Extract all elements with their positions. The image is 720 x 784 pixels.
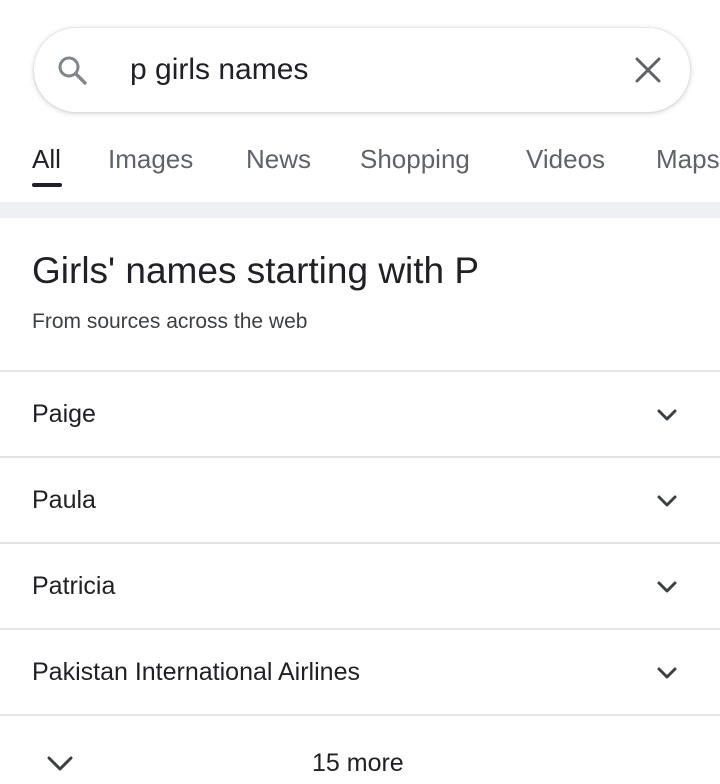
search-bar[interactable]	[34, 28, 690, 112]
close-icon[interactable]	[632, 54, 664, 86]
tab-shopping[interactable]: Shopping	[360, 144, 470, 175]
search-input[interactable]	[130, 28, 600, 112]
list-item-label: Paige	[32, 400, 96, 428]
list-item-paige[interactable]: Paige	[0, 370, 720, 456]
search-icon[interactable]	[56, 54, 88, 86]
tab-all[interactable]: All	[32, 144, 61, 175]
tab-videos[interactable]: Videos	[526, 144, 605, 175]
chevron-down-icon	[657, 581, 677, 593]
tab-news[interactable]: News	[246, 144, 311, 175]
card-title: Girls' names starting with P	[32, 250, 480, 291]
show-more-label: 15 more	[312, 749, 404, 777]
active-tab-indicator	[32, 183, 62, 187]
card-subtitle: From sources across the web	[32, 310, 308, 333]
list-item-paula[interactable]: Paula	[0, 456, 720, 542]
search-results-page: All Images News Shopping Videos Maps Gir…	[0, 0, 720, 784]
tab-images[interactable]: Images	[108, 144, 193, 175]
tab-maps[interactable]: Maps	[656, 144, 720, 175]
chevron-down-icon	[657, 495, 677, 507]
list-item-patricia[interactable]: Patricia	[0, 542, 720, 628]
chevron-down-icon	[47, 756, 73, 771]
show-more-button[interactable]: 15 more	[0, 714, 720, 784]
list-item-label: Paula	[32, 486, 96, 514]
search-tabs: All Images News Shopping Videos Maps	[0, 136, 720, 196]
chevron-down-icon	[657, 409, 677, 421]
list-item-label: Pakistan International Airlines	[32, 658, 360, 686]
chevron-down-icon	[657, 667, 677, 679]
list-item-label: Patricia	[32, 572, 116, 600]
section-divider	[0, 202, 720, 218]
list-item-pakistan-international-airlines[interactable]: Pakistan International Airlines	[0, 628, 720, 714]
